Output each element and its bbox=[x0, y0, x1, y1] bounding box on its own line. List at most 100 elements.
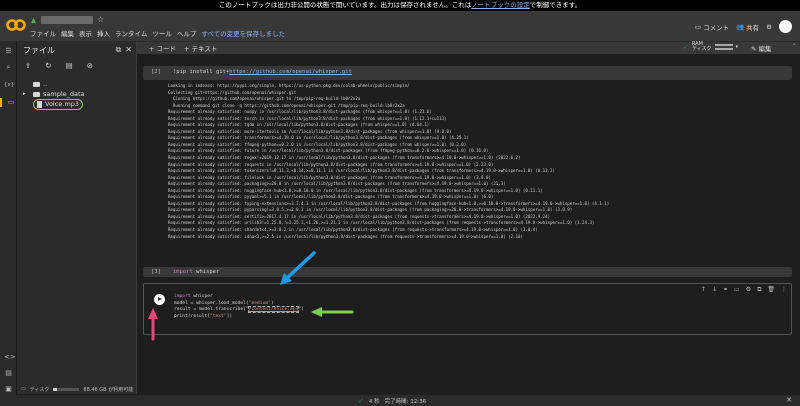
disk-label-toolbar: ディスク bbox=[691, 46, 712, 52]
voice-file-highlight[interactable]: Voice.mp3 bbox=[33, 98, 83, 110]
move-down-icon[interactable]: ↓ bbox=[712, 286, 717, 294]
code-text: ]) bbox=[226, 313, 233, 319]
hide-files-icon[interactable]: ⊘ bbox=[87, 61, 93, 70]
comment-button[interactable]: ▭ コメント bbox=[695, 22, 729, 32]
code-string: "medium" bbox=[248, 300, 271, 306]
chevron-down-icon[interactable]: ▾ bbox=[736, 44, 739, 50]
code-text: !pip install git+ bbox=[173, 69, 230, 75]
code-text: ) bbox=[270, 300, 274, 306]
menu-help[interactable]: ヘルプ bbox=[177, 28, 197, 38]
colab-logo-icon[interactable] bbox=[6, 17, 26, 33]
code-keyword: import bbox=[174, 294, 191, 299]
avatar[interactable] bbox=[779, 20, 792, 33]
star-icon[interactable]: ☆ bbox=[97, 16, 104, 24]
code-link[interactable]: https://github.com/openai/whisper.git bbox=[229, 69, 352, 75]
share-button[interactable]: 👥 共有 bbox=[736, 22, 759, 32]
tree-item-sample-data[interactable]: ▸ sample_data bbox=[23, 89, 85, 99]
upload-file-icon[interactable]: ⇪ bbox=[25, 61, 31, 70]
runtime-indicator[interactable]: ✓ RAM ディスク ▾ bbox=[683, 42, 738, 52]
link-icon[interactable]: ⚭ bbox=[723, 286, 728, 294]
share-label: 共有 bbox=[746, 23, 760, 32]
edit-label: 編集 bbox=[758, 45, 772, 53]
code-cell-3[interactable]: ↑ ↓ ⚭ ▭ ⚙ ⧉ 🗑 ⋮ import whisper model = w… bbox=[143, 283, 792, 335]
code-cell-2[interactable]: [3] import whisper bbox=[143, 267, 792, 277]
menu-file[interactable]: ファイル bbox=[30, 28, 56, 38]
variables-icon[interactable]: {x} bbox=[4, 81, 14, 90]
file-tree: .. ▸ sample_data Voice.mp3 bbox=[23, 79, 85, 110]
search-icon[interactable]: ⌕ bbox=[4, 63, 13, 72]
run-cell-button[interactable] bbox=[154, 294, 165, 305]
mirror-icon[interactable]: ⧉ bbox=[757, 286, 761, 294]
chevron-up-icon[interactable]: ˄ bbox=[793, 43, 797, 51]
code-snippets-icon[interactable]: <> bbox=[4, 353, 16, 362]
menu-bar: ファイル 編集 表示 挿入 ランタイム ツール ヘルプ すべての変更を保存しまし… bbox=[30, 28, 285, 38]
cell-code[interactable]: import whisper bbox=[173, 269, 219, 275]
menu-runtime[interactable]: ランタイム bbox=[115, 28, 147, 38]
notebook-area: [2] !pip install git+https://github.com/… bbox=[138, 54, 800, 395]
check-icon: ✓ bbox=[683, 43, 689, 51]
menu-edit[interactable]: 編集 bbox=[61, 28, 74, 38]
annotation-arrow-pink bbox=[148, 308, 158, 341]
code-text: whisper bbox=[190, 294, 213, 299]
delete-icon[interactable]: 🗑 bbox=[767, 286, 775, 294]
disk-usage: ▭ ディスク 88.46 GB が利用可能 bbox=[17, 384, 137, 394]
tree-item-label: .. bbox=[43, 80, 48, 88]
code-cell-1[interactable]: [2] !pip install git+https://github.com/… bbox=[143, 66, 792, 80]
cell-toolbar: ↑ ↓ ⚭ ▭ ⚙ ⧉ 🗑 ⋮ bbox=[701, 286, 787, 294]
notebook-title[interactable] bbox=[41, 16, 93, 24]
tree-item-label: sample_data bbox=[43, 90, 85, 98]
mount-drive-icon[interactable]: ▤ bbox=[66, 61, 73, 70]
add-code-button[interactable]: + コード bbox=[149, 43, 176, 53]
disk-icon: ▭ bbox=[21, 386, 26, 392]
status-bar: ✓ 4 秒 完了時間: 12:36 ✕ bbox=[0, 395, 800, 406]
comment-icon: ▭ bbox=[694, 22, 702, 31]
disk-label: ディスク bbox=[29, 386, 50, 393]
folder-icon bbox=[33, 91, 40, 97]
chevron-right-icon[interactable]: ▸ bbox=[23, 91, 30, 97]
gear-icon[interactable]: ⚙ bbox=[746, 286, 751, 294]
menu-tools[interactable]: ツール bbox=[152, 28, 172, 38]
left-rail: ☰ ⌕ {x} ▭ <> ▤ ▣ bbox=[0, 41, 17, 406]
code-text: print(result[ bbox=[174, 313, 210, 319]
close-icon[interactable]: ✕ bbox=[786, 396, 792, 404]
add-text-button[interactable]: + テキスト bbox=[184, 43, 217, 53]
menu-insert[interactable]: 挿入 bbox=[97, 28, 110, 38]
edit-button[interactable]: ✎ 編集 bbox=[751, 43, 772, 53]
annotation-arrow-blue bbox=[280, 251, 316, 285]
toc-icon[interactable]: ☰ bbox=[4, 47, 13, 56]
refresh-icon[interactable]: ↻ bbox=[45, 61, 51, 70]
elapsed-time: 4 秒 bbox=[368, 399, 380, 405]
notebook-settings-link[interactable]: ノートブックの設定 bbox=[471, 1, 530, 9]
output-line: Requirement already satisfied: idna<3,>=… bbox=[168, 233, 523, 239]
banner-text-end: で制御できます。 bbox=[529, 1, 582, 9]
comment-icon[interactable]: ▭ bbox=[734, 286, 740, 294]
annotation-arrow-green bbox=[311, 307, 354, 317]
code-keyword: import bbox=[173, 269, 193, 275]
command-palette-icon[interactable]: ▤ bbox=[4, 369, 13, 378]
tree-parent-dir[interactable]: .. bbox=[23, 79, 85, 89]
tree-item-voice[interactable]: Voice.mp3 bbox=[23, 98, 85, 110]
privacy-banner: このノートブックは出力非公開の状態で開いています。出力は保存されません。これはノ… bbox=[0, 0, 800, 11]
cell-code[interactable]: import whisper model = whisper.load_mode… bbox=[174, 294, 304, 320]
code-text: result = model.transcribe(" bbox=[174, 307, 249, 312]
terminal-icon[interactable]: ▣ bbox=[4, 385, 13, 394]
drive-icon bbox=[30, 17, 37, 23]
saved-status[interactable]: すべての変更を保存しました bbox=[201, 28, 285, 38]
disk-bar bbox=[53, 387, 80, 391]
gear-icon[interactable]: ⚙ bbox=[766, 23, 772, 31]
share-people-icon: 👥 bbox=[736, 22, 745, 31]
cell-prompt: [3] bbox=[151, 269, 161, 275]
close-icon[interactable]: ✕ bbox=[125, 45, 132, 55]
code-string: "text" bbox=[209, 313, 227, 319]
banner-text: このノートブックは出力非公開の状態で開いています。出力は保存されません。これは bbox=[218, 1, 472, 9]
folder-icon[interactable]: ▭ bbox=[0, 98, 16, 107]
menu-view[interactable]: 表示 bbox=[79, 28, 92, 38]
code-path-string: /content/Voice.mp3 bbox=[247, 306, 300, 313]
move-up-icon[interactable]: ↑ bbox=[701, 286, 706, 294]
file-icon bbox=[37, 100, 42, 108]
cell-code[interactable]: !pip install git+https://github.com/open… bbox=[173, 69, 352, 75]
cell-prompt: [2] bbox=[151, 69, 161, 75]
more-icon[interactable]: ⋮ bbox=[781, 286, 787, 294]
new-tab-icon[interactable]: ⧉ bbox=[116, 45, 122, 55]
cell-output: Looking in indexes: https://pypi.org/sim… bbox=[168, 83, 793, 240]
